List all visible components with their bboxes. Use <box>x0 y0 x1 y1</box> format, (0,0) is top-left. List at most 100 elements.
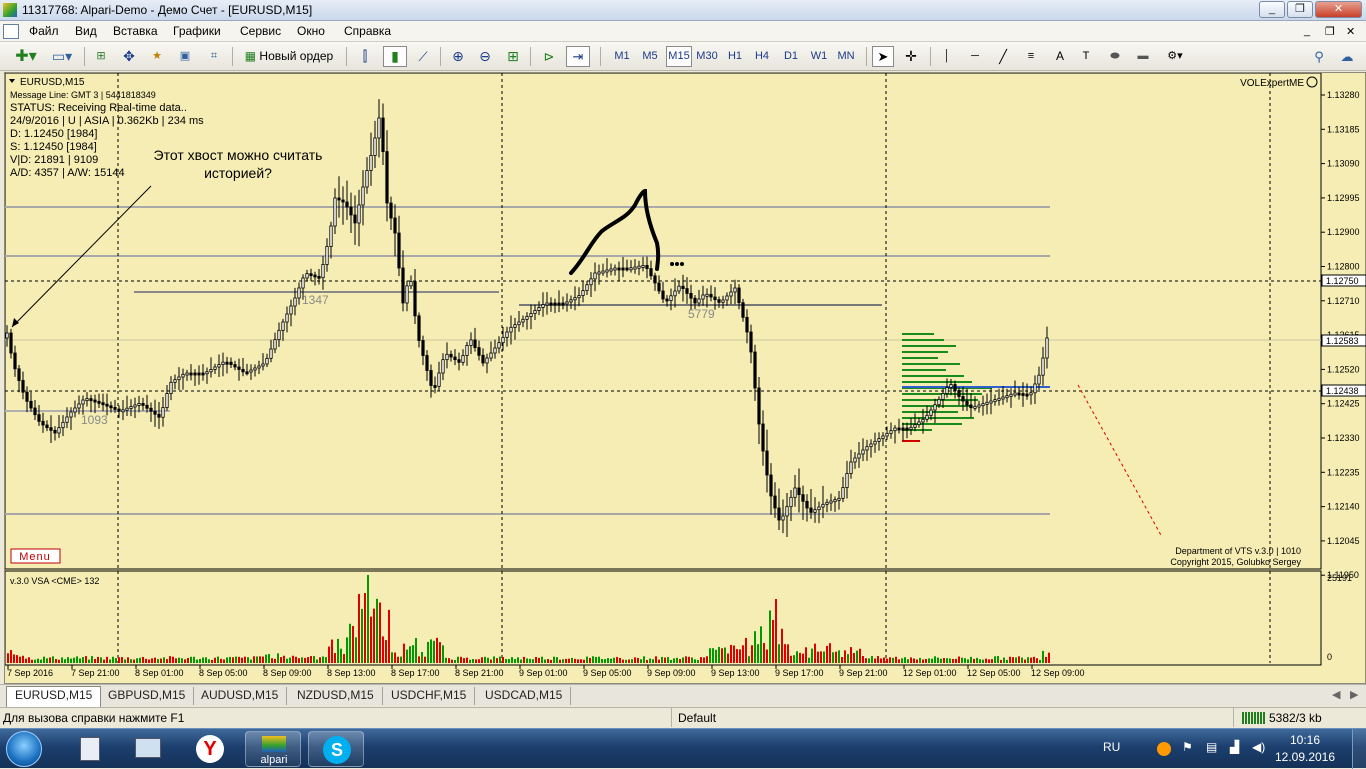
crosshair-icon[interactable]: ✛ <box>900 46 922 67</box>
tab-eurusd[interactable]: EURUSD,M15 <box>6 686 102 707</box>
menu-file[interactable]: Файл <box>29 24 59 38</box>
tf-h4[interactable]: H4 <box>751 46 773 67</box>
explorer-taskbar-icon[interactable] <box>120 731 176 767</box>
candle-body <box>865 446 869 451</box>
yandex-taskbar-icon[interactable]: Y <box>182 731 238 767</box>
tab-scroll-right-icon[interactable]: ▶ <box>1350 688 1358 701</box>
profile-name[interactable]: Default <box>678 711 716 725</box>
candle-body <box>1041 357 1045 376</box>
menu-window[interactable]: Окно <box>297 24 325 38</box>
volume-bar <box>223 659 225 663</box>
menu-insert[interactable]: Вставка <box>113 24 158 38</box>
navigator-icon[interactable]: ✥ <box>118 46 140 67</box>
tab-usdchf[interactable]: USDCHF,M15 <box>383 687 476 705</box>
text-tool-icon[interactable]: A <box>1050 46 1070 67</box>
clock-time[interactable]: 10:16 <box>1270 733 1340 747</box>
candle-body <box>541 304 545 308</box>
minimize-button[interactable]: _ <box>1259 1 1285 18</box>
restore-button[interactable]: ❐ <box>1287 1 1313 18</box>
trendline-icon[interactable]: ╱ <box>992 46 1014 67</box>
symbol-tabs: EURUSD,M15 GBPUSD,M15 AUDUSD,M15 NZDUSD,… <box>0 684 1366 707</box>
shapes-dropdown-icon[interactable]: ⚙▾ <box>1160 46 1190 67</box>
zoom-out-icon[interactable]: ⊖ <box>474 46 496 67</box>
tray-display-icon[interactable]: ▤ <box>1206 740 1217 754</box>
chart-canvas[interactable]: EURUSD,M15 Message Line: GMT 3 | 5441818… <box>4 72 1366 685</box>
volume-bar <box>1000 659 1002 663</box>
new-order-button[interactable]: ▦ Новый ордер <box>238 46 340 67</box>
volume-bar <box>763 642 765 663</box>
profiles-icon[interactable]: ▭▾ <box>46 46 78 67</box>
vertical-line-icon[interactable]: │ <box>938 46 956 67</box>
tray-flag-icon[interactable]: ⚑ <box>1182 740 1193 754</box>
volume-bar <box>841 657 843 663</box>
inner-close-button[interactable]: ✕ <box>1346 25 1355 38</box>
time-axis[interactable]: 7 Sep 2016 7 Sep 21:00 8 Sep 01:00 8 Sep 05… <box>7 665 1085 678</box>
tab-usdcad[interactable]: USDCAD,M15 <box>477 687 572 705</box>
tester-icon[interactable]: ⌗ <box>203 46 225 67</box>
volume-bar <box>988 659 990 663</box>
alpari-taskbar-icon[interactable]: alpari <box>245 731 301 767</box>
inner-minimize-button[interactable]: _ <box>1304 25 1310 37</box>
chart-shift-icon[interactable]: ⊳ <box>538 46 560 67</box>
tile-windows-icon[interactable]: ⊞ <box>502 46 524 67</box>
menu-tools[interactable]: Сервис <box>240 24 281 38</box>
tf-m30[interactable]: M30 <box>694 46 720 67</box>
network-icon[interactable]: ▟ <box>1230 740 1239 754</box>
volume-bar <box>685 656 687 663</box>
market-watch-icon[interactable]: ⊞ <box>90 46 112 67</box>
terminal-icon[interactable]: ▣ <box>174 46 196 67</box>
menu-charts[interactable]: Графики <box>173 24 221 38</box>
chat-icon[interactable]: ☁ <box>1336 46 1358 67</box>
new-chart-icon[interactable]: ✚▾ <box>8 46 44 67</box>
collapse-icon[interactable] <box>9 79 15 83</box>
volume-bar <box>553 656 555 663</box>
ellipse-tool-icon[interactable]: ⬬ <box>1104 46 1126 67</box>
line-chart-icon[interactable]: ⟋ <box>412 46 434 67</box>
volume-icon[interactable]: ◀) <box>1252 740 1265 754</box>
rectangle-tool-icon[interactable]: ▬ <box>1132 46 1154 67</box>
candle-body <box>717 299 721 303</box>
horizontal-line-icon[interactable]: ─ <box>964 46 986 67</box>
tf-m15[interactable]: M15 <box>666 46 692 67</box>
tray-app-icon[interactable] <box>1157 742 1171 756</box>
tf-m5[interactable]: M5 <box>638 46 662 67</box>
candle-body <box>849 461 853 474</box>
tab-audusd[interactable]: AUDUSD,M15 <box>193 687 288 705</box>
bar-chart-icon[interactable]: ⫿ <box>354 46 376 67</box>
tab-nzdusd[interactable]: NZDUSD,M15 <box>289 687 383 705</box>
chart-window[interactable]: EURUSD,M15 Message Line: GMT 3 | 5441818… <box>4 72 1366 684</box>
channel-icon[interactable]: ≡ <box>1020 46 1042 67</box>
tab-scroll-left-icon[interactable]: ◀ <box>1332 688 1340 701</box>
start-button-icon[interactable] <box>6 731 42 767</box>
zoom-in-icon[interactable]: ⊕ <box>447 46 469 67</box>
clock-date[interactable]: 12.09.2016 <box>1270 750 1340 764</box>
favorites-icon[interactable]: ★ <box>146 46 168 67</box>
tf-w1[interactable]: W1 <box>808 46 830 67</box>
volume-bar <box>574 658 576 663</box>
search-icon[interactable]: ⚲ <box>1308 46 1330 67</box>
candle-chart-icon[interactable]: ▮ <box>383 46 407 67</box>
candle-body <box>777 507 781 521</box>
show-desktop-button[interactable] <box>1352 729 1366 769</box>
cursor-icon[interactable]: ➤ <box>872 46 894 67</box>
candle-body <box>513 324 517 328</box>
candle-body <box>261 363 265 367</box>
language-indicator[interactable]: RU <box>1103 740 1120 754</box>
tf-m1[interactable]: M1 <box>610 46 634 67</box>
menu-view[interactable]: Вид <box>75 24 97 38</box>
close-button[interactable]: ✕ <box>1315 1 1362 18</box>
expert-close-icon[interactable] <box>1306 76 1318 88</box>
tf-h1[interactable]: H1 <box>724 46 746 67</box>
calculator-taskbar-icon[interactable] <box>62 731 118 767</box>
label-tool-icon[interactable]: T <box>1076 46 1096 67</box>
volume-bar <box>214 657 216 663</box>
autoscroll-icon[interactable]: ⇥ <box>566 46 590 67</box>
tab-gbpusd[interactable]: GBPUSD,M15 <box>100 687 195 705</box>
skype-taskbar-icon[interactable]: S <box>308 731 364 767</box>
tf-d1[interactable]: D1 <box>780 46 802 67</box>
inner-restore-button[interactable]: ❐ <box>1325 25 1335 38</box>
menu-help[interactable]: Справка <box>344 24 391 38</box>
tf-mn[interactable]: MN <box>834 46 858 67</box>
candle-body <box>65 416 69 423</box>
price-tick-label: 1.13090 <box>1327 159 1360 169</box>
